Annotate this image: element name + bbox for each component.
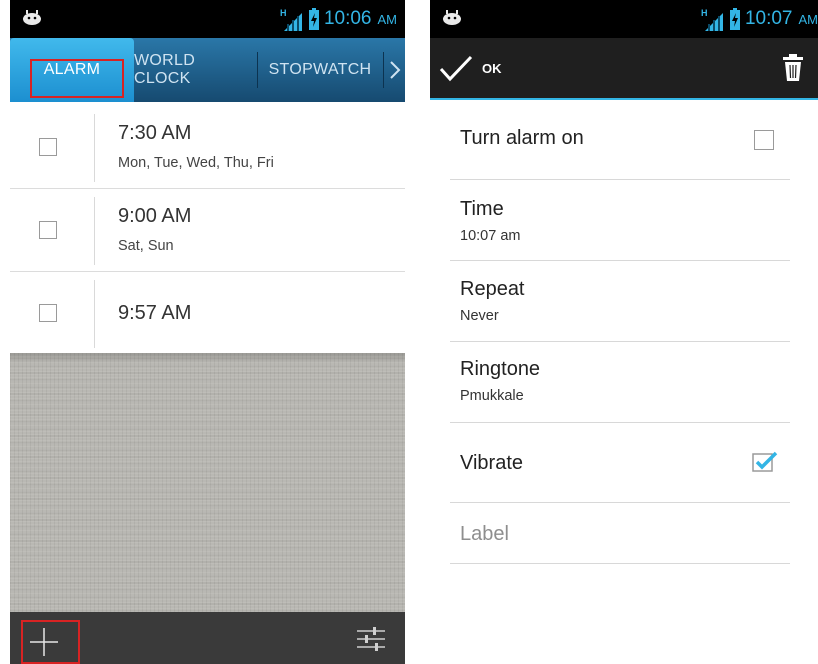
tab-stopwatch[interactable]: STOPWATCH: [258, 38, 382, 102]
status-ampm: AM: [798, 11, 818, 27]
pref-title: Ringtone: [460, 358, 541, 380]
list-shadow: [10, 353, 405, 363]
add-button-highlight-box: [21, 620, 80, 664]
android-icon: [23, 10, 41, 25]
pref-title: Turn alarm on: [460, 127, 584, 149]
pref-vibrate[interactable]: Vibrate: [450, 423, 790, 503]
sliders-icon[interactable]: [353, 624, 389, 654]
pref-title: Repeat: [460, 278, 525, 300]
pref-label[interactable]: Label: [450, 503, 790, 564]
vibrate-checkbox[interactable]: [752, 451, 778, 473]
turn-alarm-on-checkbox[interactable]: [754, 130, 774, 150]
ok-label: OK: [482, 60, 502, 76]
signal-icon: H: [701, 8, 723, 31]
pref-summary: Pmukkale: [460, 388, 524, 404]
alarm-days: Sat, Sun: [118, 238, 174, 254]
alarm-enable-checkbox[interactable]: [39, 304, 57, 322]
alarm-time: 9:00 AM: [118, 205, 192, 227]
status-ampm: AM: [377, 11, 398, 27]
row-divider: [94, 280, 95, 348]
empty-background: [10, 353, 405, 612]
row-divider: [94, 114, 95, 182]
svg-text:H: H: [701, 8, 708, 18]
chevron-right-icon[interactable]: [388, 60, 402, 80]
battery-icon: [308, 8, 319, 30]
svg-text:H: H: [280, 8, 287, 18]
alarm-time: 9:57 AM: [118, 302, 192, 324]
ok-button[interactable]: OK: [438, 38, 558, 98]
pref-ringtone[interactable]: Ringtone Pmukkale: [450, 342, 790, 423]
alarm-list-screen: H 10:06 AM ALARM WORLD CLOCK STOPWATCH 7:…: [10, 0, 405, 664]
alarm-tab-highlight-box: [30, 59, 124, 98]
alarm-time: 7:30 AM: [118, 122, 192, 144]
pref-title: Time: [460, 198, 504, 220]
pref-title: Label: [460, 523, 509, 545]
pref-turn-alarm-on[interactable]: Turn alarm on: [450, 100, 790, 180]
alarm-days: Mon, Tue, Wed, Thu, Fri: [118, 155, 274, 171]
pref-repeat[interactable]: Repeat Never: [450, 261, 790, 342]
pref-summary: 10:07 am: [460, 228, 521, 244]
set-alarm-screen: H 10:07 AM OK Turn alarm on Time 10:07 a…: [430, 0, 818, 664]
battery-icon: [729, 8, 740, 30]
alarm-enable-checkbox[interactable]: [39, 221, 57, 239]
pref-summary: Never: [460, 308, 499, 324]
tab-world-clock[interactable]: WORLD CLOCK: [134, 38, 256, 102]
alarm-row[interactable]: 9:00 AM Sat, Sun: [10, 189, 405, 272]
tab-divider: [383, 52, 384, 88]
status-bar: H 10:06 AM: [10, 0, 405, 38]
pref-time[interactable]: Time 10:07 am: [450, 180, 790, 261]
status-bar: H 10:07 AM: [430, 0, 818, 38]
status-time: 10:06: [323, 8, 372, 29]
status-time: 10:07: [744, 8, 793, 29]
row-divider: [94, 197, 95, 265]
alarm-row[interactable]: 7:30 AM Mon, Tue, Wed, Thu, Fri: [10, 106, 405, 189]
signal-icon: H: [280, 8, 302, 31]
action-bar: OK: [430, 38, 818, 100]
checkmark-icon: [439, 55, 473, 82]
android-icon: [443, 10, 461, 25]
trash-icon[interactable]: [782, 52, 804, 82]
pref-title: Vibrate: [460, 452, 524, 474]
alarm-enable-checkbox[interactable]: [39, 138, 57, 156]
alarm-row[interactable]: 9:57 AM: [10, 272, 405, 355]
